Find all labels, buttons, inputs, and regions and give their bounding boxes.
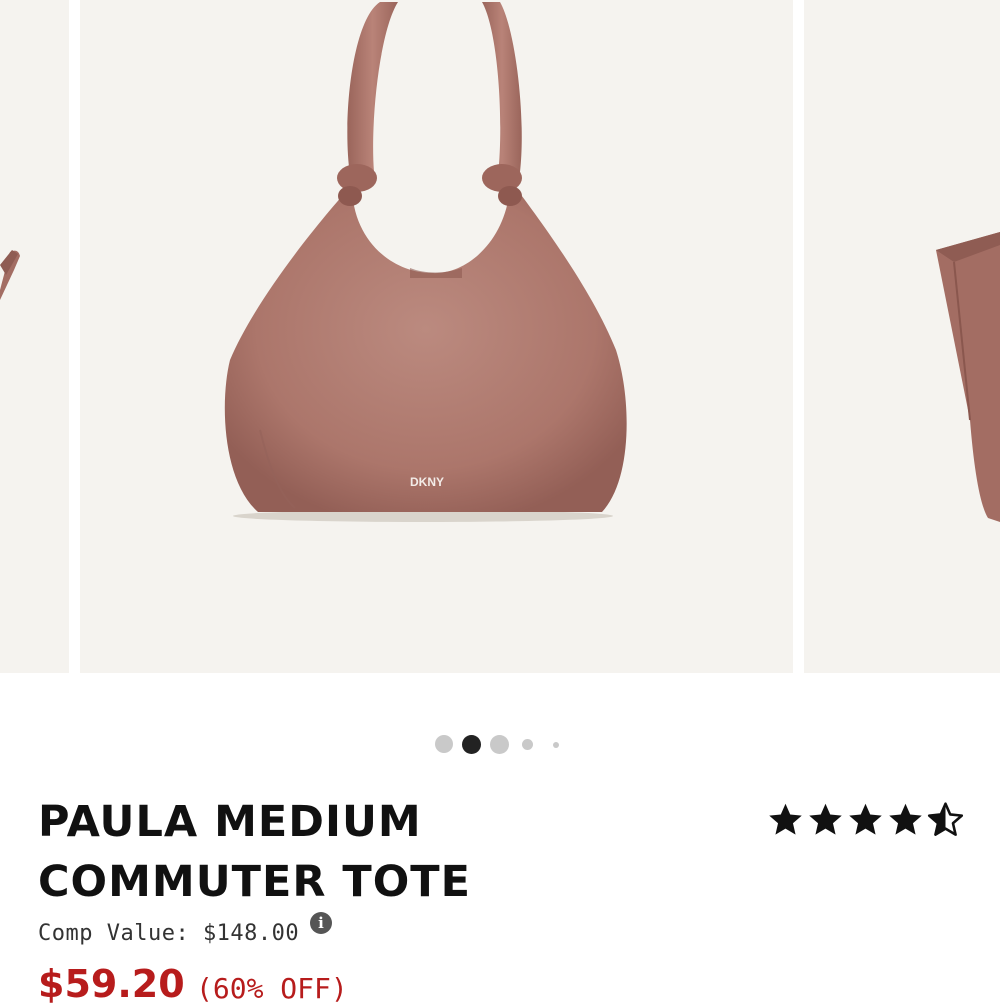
tote-bag-image: DKNY [224, 2, 627, 522]
star-icon [769, 803, 802, 835]
star-icon [849, 803, 882, 835]
star-icon [809, 803, 842, 835]
star-rating[interactable] [766, 800, 966, 840]
carousel-dot-2[interactable] [462, 735, 481, 754]
product-image-carousel[interactable]: DKNY [0, 0, 1000, 673]
discount-percent: (60% OFF) [196, 972, 348, 1005]
product-title: PAULA MEDIUM COMMUTER TOTE [38, 792, 598, 912]
carousel-slide-next[interactable] [804, 0, 1000, 673]
product-title-line-2: COMMUTER TOTE [38, 857, 471, 907]
info-icon[interactable]: i [310, 912, 332, 934]
comp-value: Comp Value: $148.00 [38, 921, 300, 946]
half-star-icon [927, 802, 964, 836]
sale-price: $59.20 [38, 962, 185, 1006]
carousel-dot-3[interactable] [490, 735, 509, 754]
carousel-pagination [0, 733, 1000, 755]
star-icon [889, 803, 922, 835]
carousel-dot-5[interactable] [553, 742, 559, 748]
carousel-dot-1[interactable] [435, 735, 453, 753]
carousel-slide-current[interactable]: DKNY [80, 0, 793, 673]
dkny-logo: DKNY [410, 475, 444, 489]
carousel-slide-previous[interactable] [0, 0, 69, 673]
carousel-dot-4[interactable] [522, 739, 533, 750]
product-title-line-1: PAULA MEDIUM [38, 797, 422, 847]
